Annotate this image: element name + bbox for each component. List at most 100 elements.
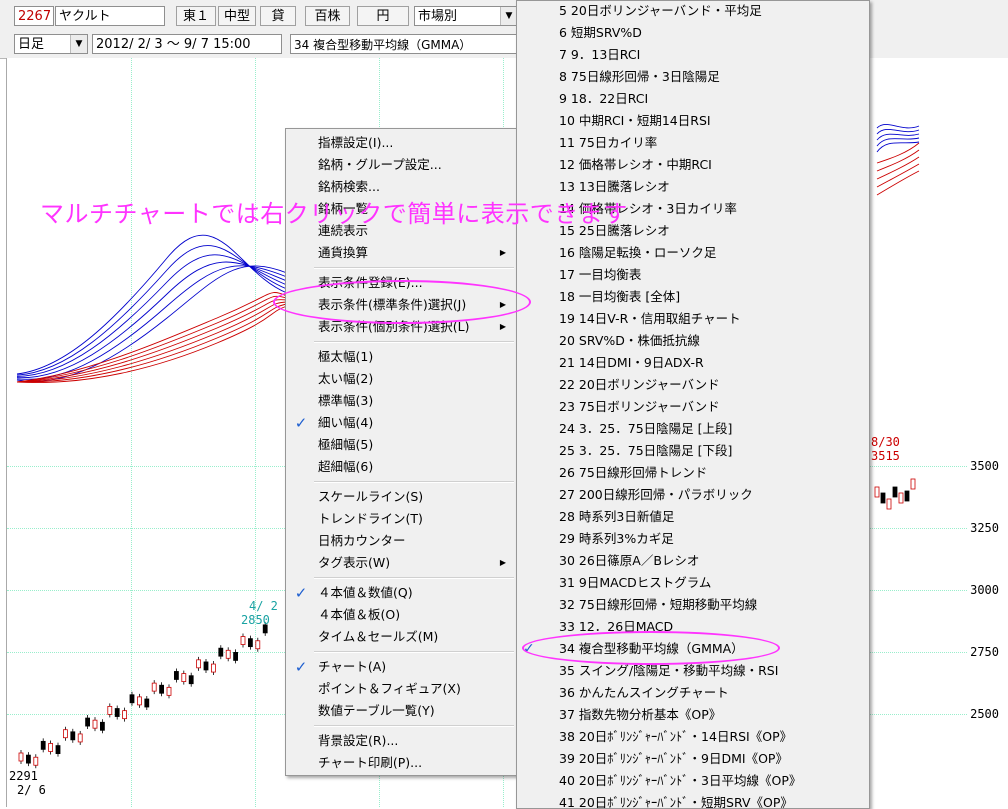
menu-item-background[interactable]: 背景設定(R)... — [318, 730, 510, 752]
menu-item-four-values-board[interactable]: ４本値＆板(O) — [318, 604, 510, 626]
menu-item-tag-display[interactable]: タグ表示(W) ▶ — [318, 552, 510, 574]
menu-item-label: 銘柄検索... — [318, 179, 380, 194]
menu-item-stock-search[interactable]: 銘柄検索... — [318, 176, 510, 198]
submenu-item[interactable]: 38 20日ﾎﾞﾘﾝｼﾞｬｰﾊﾞﾝﾄﾞ・14日RSI《OP》 — [559, 726, 863, 748]
menu-item-label: 超細幅(6) — [318, 459, 374, 474]
submenu-item-gmma[interactable]: 34 複合型移動平均線（GMMA） — [559, 638, 863, 660]
period-select-value: 日足 — [18, 37, 45, 52]
menu-item-indicator-settings[interactable]: 指標設定(I)... — [318, 132, 510, 154]
candle-body — [210, 663, 216, 673]
submenu-item[interactable]: 35 スイング/陰陽足・移動平均線・RSI — [559, 660, 863, 682]
menu-item-width-3[interactable]: 標準幅(3) — [318, 390, 510, 412]
check-icon: ✓ — [294, 414, 308, 432]
candle-body — [173, 671, 179, 680]
submenu-item[interactable]: 36 かんたんスイングチャート — [559, 682, 863, 704]
submenu-item[interactable]: 32 75日線形回帰・短期移動平均線 — [559, 594, 863, 616]
gmma-long-line — [16, 299, 288, 383]
submenu-item[interactable]: 22 20日ボリンジャーバンド — [559, 374, 863, 396]
menu-separator — [314, 725, 514, 727]
menu-item-stock-list[interactable]: 銘柄一覧 — [318, 198, 510, 220]
submenu-item[interactable]: 17 一目均衡表 — [559, 264, 863, 286]
submenu-item[interactable]: 25 3．25．75日陰陽足 [下段] — [559, 440, 863, 462]
menu-separator — [314, 341, 514, 343]
submenu-item[interactable]: 27 200日線形回帰・パラボリック — [559, 484, 863, 506]
submenu-item[interactable]: 12 価格帯レシオ・中期RCI — [559, 154, 863, 176]
menu-separator — [314, 577, 514, 579]
stock-code-field[interactable]: 2267 — [14, 6, 54, 26]
submenu-item[interactable]: 16 陰陽足転換・ローソク足 — [559, 242, 863, 264]
menu-item-label: タグ表示(W) — [318, 555, 391, 570]
submenu-item[interactable]: 14 価格帯レシオ・3日カイリ率 — [559, 198, 863, 220]
candle-body — [144, 698, 150, 708]
candle-body — [898, 492, 904, 504]
menu-item-width-4[interactable]: 細い幅(4) — [318, 412, 510, 434]
menu-item-individual-condition[interactable]: 表示条件(個別条件)選択(L) ▶ — [318, 316, 510, 338]
submenu-item[interactable]: 13 13日騰落レシオ — [559, 176, 863, 198]
menu-item-point-figure[interactable]: ポイント＆フィギュア(X) — [318, 678, 510, 700]
menu-item-currency[interactable]: 通貨換算 ▶ — [318, 242, 510, 264]
menu-item-print[interactable]: チャート印刷(P)... — [318, 752, 510, 774]
submenu-item[interactable]: 20 SRV%D・株価抵抗線 — [559, 330, 863, 352]
menu-item-value-table[interactable]: 数値テーブル一覧(Y) — [318, 700, 510, 722]
submenu-item[interactable]: 9 18．22日RCI — [559, 88, 863, 110]
gmma-long-line — [16, 301, 288, 383]
menu-item-width-5[interactable]: 極細幅(5) — [318, 434, 510, 456]
submenu-item[interactable]: 29 時系列3%カギ足 — [559, 528, 863, 550]
menu-item-label: 表示条件(個別条件)選択(L) — [318, 319, 470, 334]
menu-item-label: ４本値＆板(O) — [318, 607, 401, 622]
submenu-item[interactable]: 11 75日カイリ率 — [559, 132, 863, 154]
date-range-field[interactable]: 2012/ 2/ 3 ～ 9/ 7 15:00 — [92, 34, 282, 54]
menu-item-continuous[interactable]: 連続表示 — [318, 220, 510, 242]
submenu-item[interactable]: 24 3．25．75日陰陽足 [上段] — [559, 418, 863, 440]
menu-item-four-values[interactable]: ４本値＆数値(Q) — [318, 582, 510, 604]
candle-body — [33, 756, 39, 766]
submenu-item[interactable]: 5 20日ボリンジャーバンド・平均足 — [559, 1, 863, 22]
menu-item-chart[interactable]: チャート(A) — [318, 656, 510, 678]
candle-body — [92, 719, 98, 729]
menu-item-scale-line[interactable]: スケールライン(S) — [318, 486, 510, 508]
submenu-item[interactable]: 6 短期SRV%D — [559, 22, 863, 44]
submenu-item[interactable]: 18 一目均衡表 [全体] — [559, 286, 863, 308]
menu-item-register-condition[interactable]: 表示条件登録(E)... — [318, 272, 510, 294]
menu-item-time-sales[interactable]: タイム＆セールズ(M) — [318, 626, 510, 648]
submenu-item[interactable]: 7 9．13日RCI — [559, 44, 863, 66]
submenu-item[interactable]: 19 14日V-R・信用取組チャート — [559, 308, 863, 330]
period-select[interactable]: 日足 ▼ — [14, 34, 88, 54]
submenu-item[interactable]: 31 9日MACDヒストグラム — [559, 572, 863, 594]
menu-item-trend-line[interactable]: トレンドライン(T) — [318, 508, 510, 530]
gmma-long-line — [16, 292, 288, 383]
stock-name-field[interactable]: ヤクルト — [55, 6, 165, 26]
submenu-item[interactable]: 15 25日騰落レシオ — [559, 220, 863, 242]
submenu-item[interactable]: 26 75日線形回帰トレンド — [559, 462, 863, 484]
menu-item-width-6[interactable]: 超細幅(6) — [318, 456, 510, 478]
candle-body — [240, 636, 246, 645]
price-tick: 2750 — [970, 645, 999, 659]
submenu-item[interactable]: 41 20日ﾎﾞﾘﾝｼﾞｬｰﾊﾞﾝﾄﾞ・短期SRV《OP》 — [559, 792, 863, 808]
menu-item-width-1[interactable]: 極太幅(1) — [318, 346, 510, 368]
gmma-short-line — [16, 254, 288, 377]
submenu-item[interactable]: 33 12．26日MACD — [559, 616, 863, 638]
indicator-field[interactable]: 34 複合型移動平均線（GMMA） — [290, 34, 518, 54]
candle-body — [892, 486, 898, 498]
menu-item-day-counter[interactable]: 日柄カウンター — [318, 530, 510, 552]
submenu-item[interactable]: 37 指数先物分析基本《OP》 — [559, 704, 863, 726]
market-select[interactable]: 市場別 ▼ — [414, 6, 518, 26]
menu-item-label: 表示条件登録(E)... — [318, 275, 423, 290]
submenu-item[interactable]: 30 26日篠原A／Bレシオ — [559, 550, 863, 572]
peak-value-label: 2850 — [241, 613, 270, 627]
menu-item-label: 太い幅(2) — [318, 371, 374, 386]
submenu-item[interactable]: 28 時系列3日新値足 — [559, 506, 863, 528]
submenu-item[interactable]: 40 20日ﾎﾞﾘﾝｼﾞｬｰﾊﾞﾝﾄﾞ・3日平均線《OP》 — [559, 770, 863, 792]
submenu-item[interactable]: 8 75日線形回帰・3日陰陽足 — [559, 66, 863, 88]
price-tick: 3250 — [970, 521, 999, 535]
submenu-item[interactable]: 39 20日ﾎﾞﾘﾝｼﾞｬｰﾊﾞﾝﾄﾞ・9日DMI《OP》 — [559, 748, 863, 770]
menu-item-standard-condition[interactable]: 表示条件(標準条件)選択(J) ▶ — [318, 294, 510, 316]
submenu-item[interactable]: 23 75日ボリンジャーバンド — [559, 396, 863, 418]
menu-item-label: スケールライン(S) — [318, 489, 424, 504]
submenu-item[interactable]: 10 中期RCI・短期14日RSI — [559, 110, 863, 132]
menu-item-width-2[interactable]: 太い幅(2) — [318, 368, 510, 390]
submenu-item[interactable]: 21 14日DMI・9日ADX-R — [559, 352, 863, 374]
menu-item-label: 指標設定(I)... — [318, 135, 394, 150]
menu-item-group-settings[interactable]: 銘柄・グループ設定... — [318, 154, 510, 176]
candle-body — [910, 478, 916, 490]
